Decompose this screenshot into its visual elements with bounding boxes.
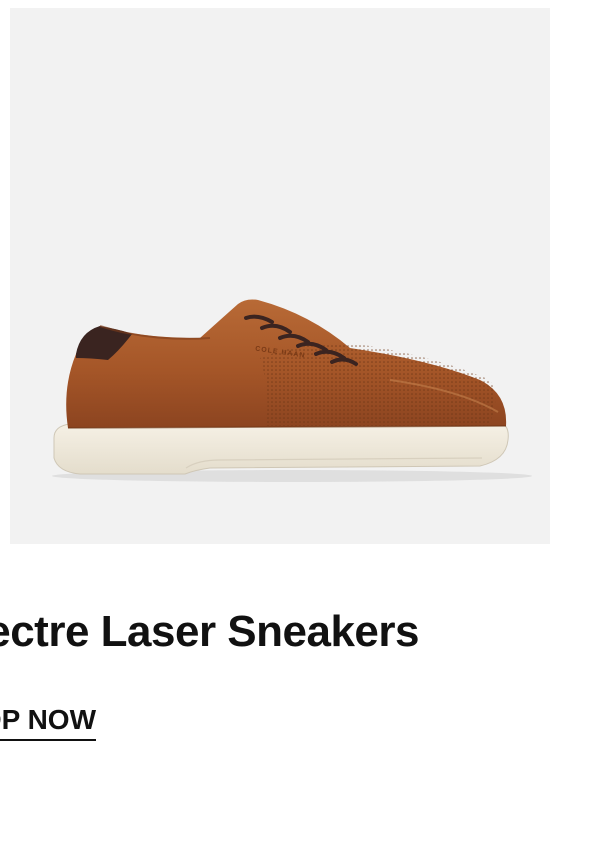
product-title-container: Grand Spectre Laser Sneakers	[0, 604, 600, 668]
shoe-sole	[53, 421, 509, 475]
product-image[interactable]: COLE HAAN	[10, 8, 550, 544]
shop-now-link[interactable]: SHOP NOW	[0, 702, 96, 741]
cta-container: SHOP NOW	[0, 700, 600, 748]
product-title[interactable]: Grand Spectre Laser Sneakers	[0, 604, 419, 660]
product-card: COLE HAAN Grand Spectre Laser Sneakers S…	[0, 0, 600, 864]
sneaker-illustration: COLE HAAN	[52, 299, 532, 482]
